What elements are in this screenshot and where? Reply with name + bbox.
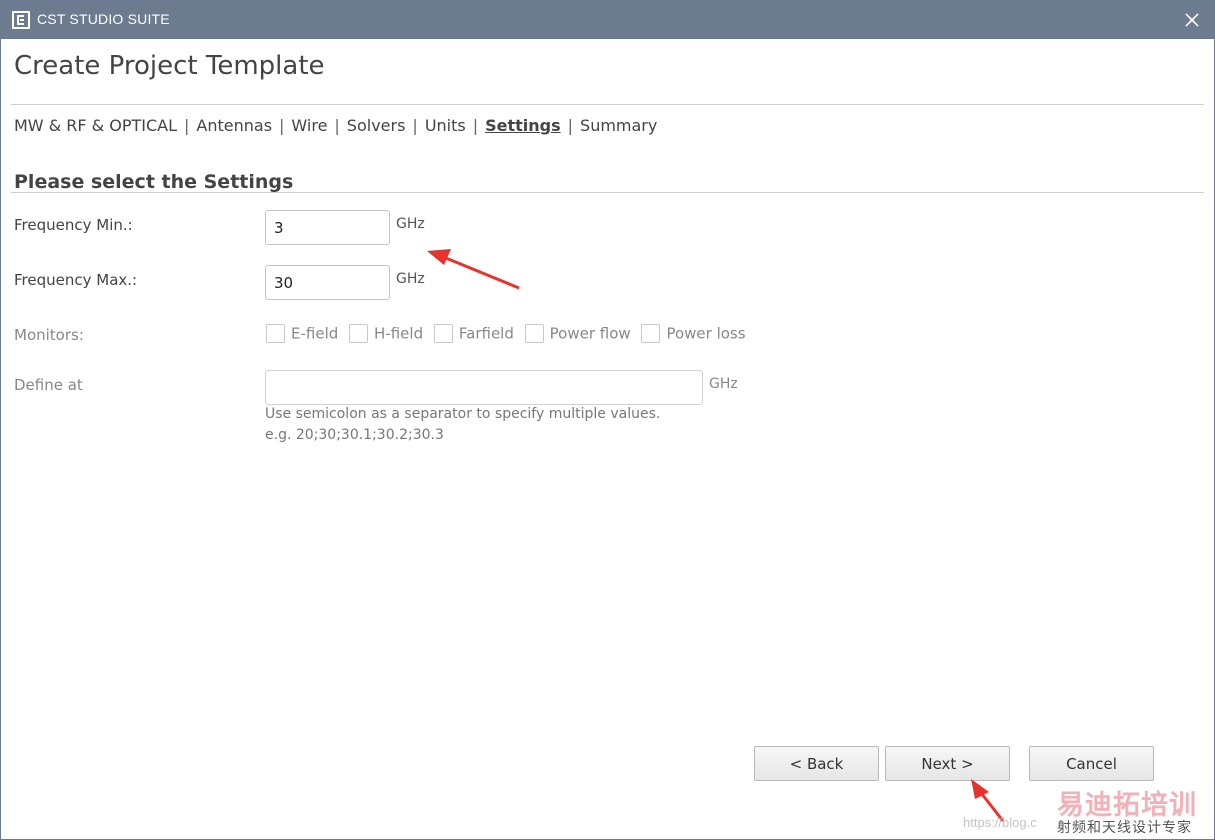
annotation-arrows	[427, 249, 1005, 822]
watermark-url: https://blog.c	[963, 815, 1037, 830]
arrow-to-frequency-icon	[427, 249, 520, 290]
dialog-window: CST STUDIO SUITE Create Project Template…	[0, 0, 1215, 840]
watermark-subtitle: 射频和天线设计专家	[1057, 820, 1192, 836]
